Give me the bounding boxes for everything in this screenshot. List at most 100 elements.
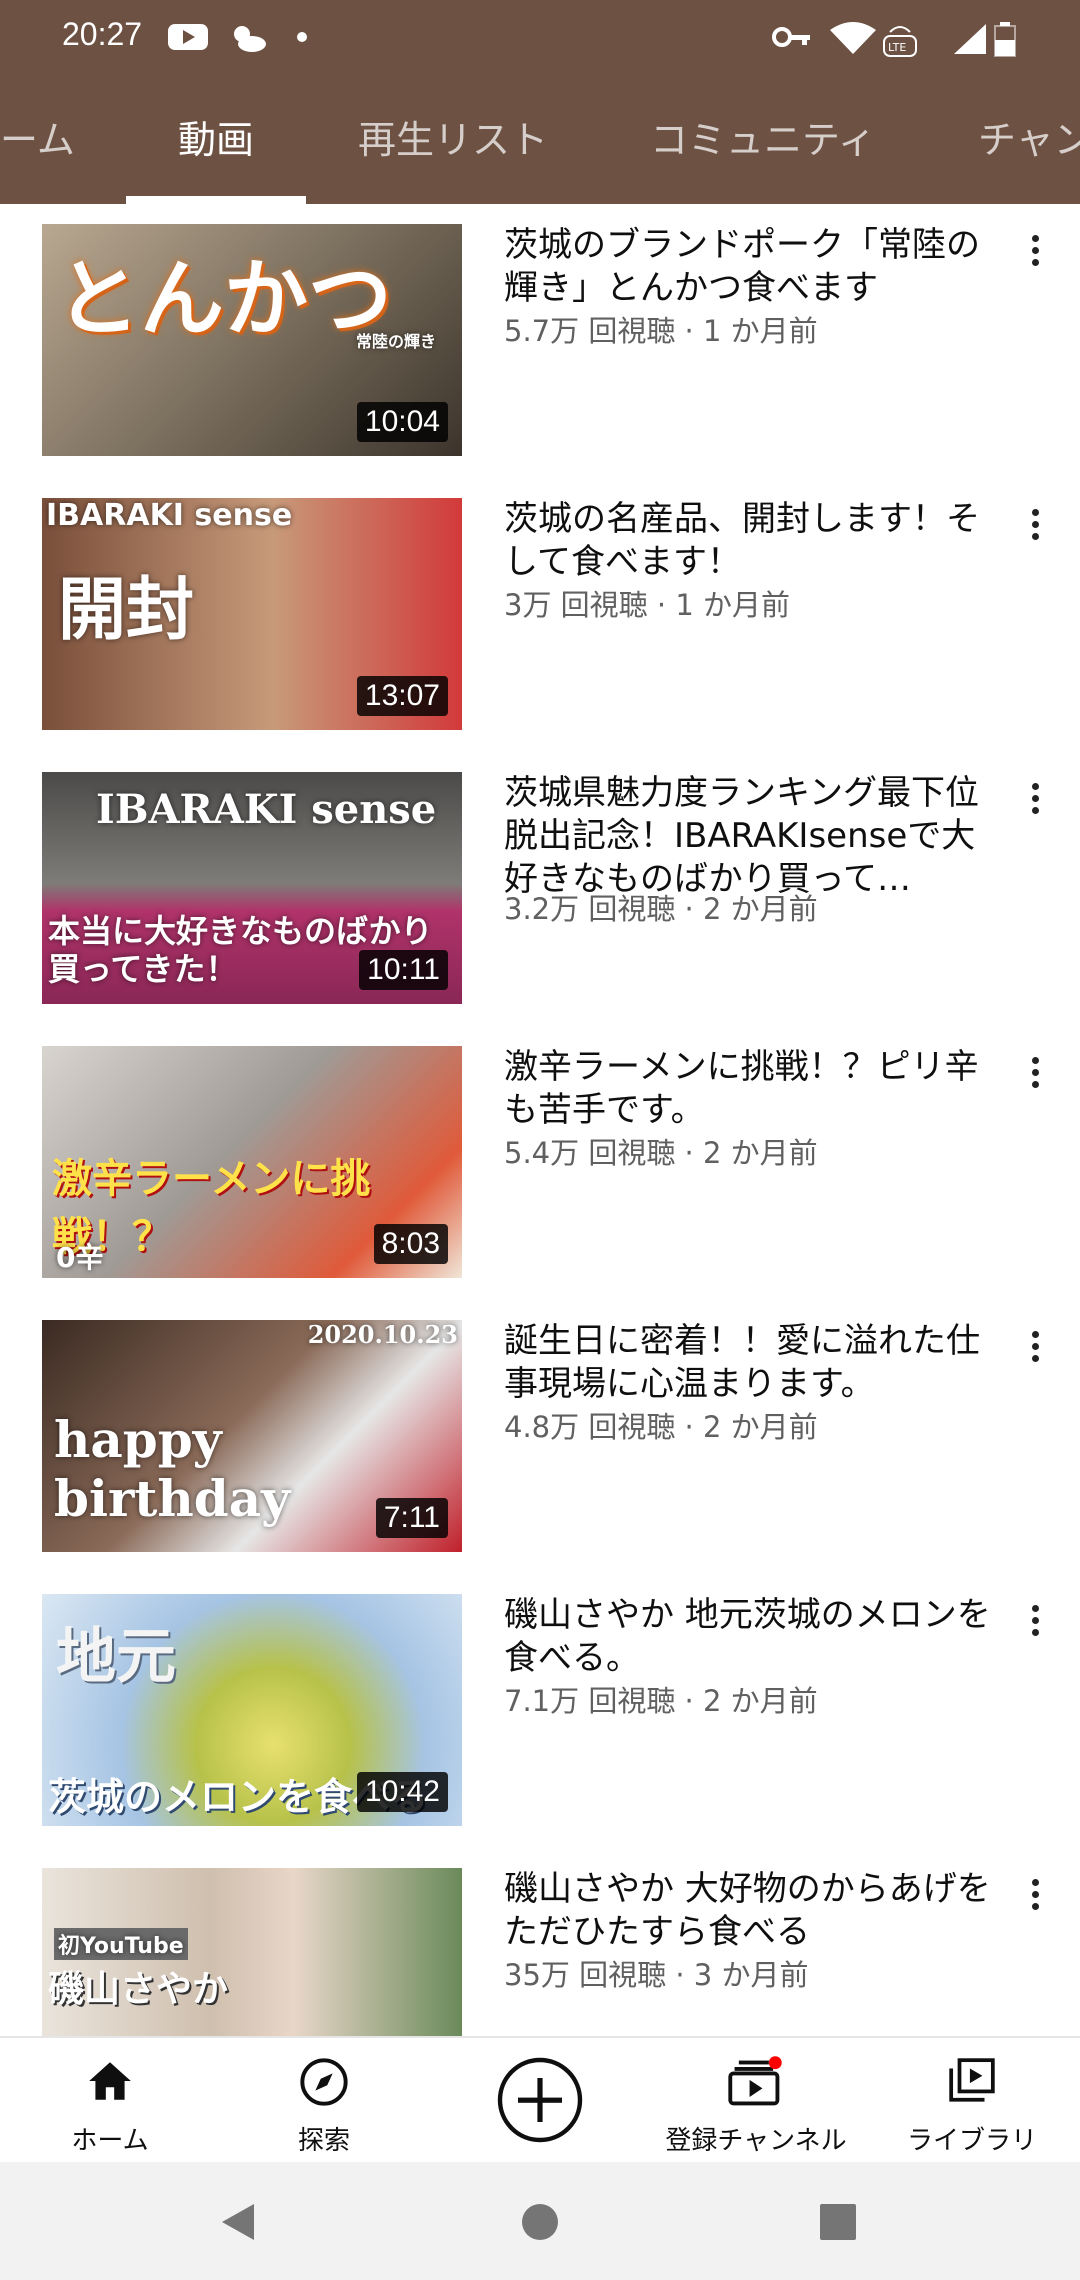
thumbnail-text: とんかつ bbox=[56, 250, 393, 348]
upload-age: 2 か月前 bbox=[703, 1136, 818, 1170]
nav-subscriptions[interactable]: 登録チャンネル bbox=[656, 2038, 856, 2164]
home-icon bbox=[89, 2062, 131, 2100]
active-tab-indicator bbox=[126, 196, 306, 204]
view-count: 4.8万 回視聴 bbox=[504, 1410, 676, 1444]
video-duration: 7:11 bbox=[375, 1498, 448, 1538]
video-meta: 5.7万 回視聴 · 1 か月前 bbox=[504, 308, 818, 350]
video-title[interactable]: 誕生日に密着！！愛に溢れた仕事現場に心温まります。 bbox=[504, 1320, 994, 1406]
upload-age: 3 か月前 bbox=[693, 1958, 809, 1992]
nav-label: ホーム bbox=[71, 2126, 149, 2156]
view-count: 3万 回視聴 bbox=[504, 588, 648, 622]
thumbnail-subtext: IBARAKI sense bbox=[46, 498, 293, 533]
upload-age: 1 か月前 bbox=[675, 588, 790, 622]
meta-separator: · bbox=[675, 892, 703, 926]
system-navigation-bar bbox=[0, 2162, 1080, 2280]
upload-age: 2 か月前 bbox=[703, 892, 818, 926]
meta-separator: · bbox=[675, 1136, 703, 1170]
channel-tab-bar: ーム 動画 再生リスト コミュニティ チャン bbox=[0, 76, 1080, 204]
back-icon[interactable] bbox=[218, 2202, 258, 2242]
video-thumbnail[interactable]: 初YouTube 磯山さやか bbox=[42, 1868, 462, 2036]
video-meta: 3万 回視聴 · 1 か月前 bbox=[504, 582, 790, 624]
view-count: 5.7万 回視聴 bbox=[504, 314, 676, 348]
meta-separator: · bbox=[666, 1958, 694, 1992]
meta-separator: · bbox=[675, 1410, 703, 1444]
tab-home[interactable]: ーム bbox=[0, 76, 75, 204]
thumbnail-subtext: 初YouTube bbox=[54, 1928, 188, 1960]
home-button-icon[interactable] bbox=[520, 2202, 560, 2242]
volte-icon: LTE bbox=[883, 26, 917, 57]
more-options-icon[interactable] bbox=[1018, 506, 1052, 546]
view-count: 7.1万 回視聴 bbox=[504, 1684, 676, 1718]
video-thumbnail[interactable]: IBARAKI sense 本当に大好きなものばかり買ってきた！ 10:11 bbox=[42, 772, 462, 1004]
svg-text:LTE: LTE bbox=[888, 41, 906, 54]
nav-create[interactable] bbox=[480, 2038, 600, 2164]
signal-icon bbox=[954, 24, 986, 54]
wifi-icon bbox=[830, 22, 876, 54]
video-item[interactable]: 2020.10.23 happy birthday 7:11 誕生日に密着！！愛… bbox=[0, 1300, 1080, 1574]
more-options-icon[interactable] bbox=[1018, 780, 1052, 820]
more-options-icon[interactable] bbox=[1018, 1328, 1052, 1368]
thumbnail-subtext: IBARAKI sense bbox=[96, 786, 437, 833]
nav-home[interactable]: ホーム bbox=[30, 2038, 190, 2164]
video-duration: 13:07 bbox=[356, 676, 448, 716]
weather-icon bbox=[234, 26, 266, 52]
view-count: 35万 回視聴 bbox=[504, 1958, 667, 1992]
video-thumbnail[interactable]: IBARAKI sense 開封 13:07 bbox=[42, 498, 462, 730]
thumbnail-subtext: 0辛 bbox=[56, 1241, 104, 1274]
youtube-notification-icon bbox=[168, 24, 208, 50]
recents-icon[interactable] bbox=[818, 2202, 858, 2242]
explore-icon bbox=[300, 2058, 348, 2106]
video-title[interactable]: 激辛ラーメンに挑戦！？ピリ辛も苦手です。 bbox=[504, 1046, 994, 1132]
video-thumbnail[interactable]: 激辛ラーメンに挑戦！？ 0辛 8:03 bbox=[42, 1046, 462, 1278]
battery-icon bbox=[994, 22, 1016, 57]
video-meta: 7.1万 回視聴 · 2 か月前 bbox=[504, 1678, 818, 1720]
video-list: とんかつ 常陸の輝き 10:04 茨城のブランドポーク「常陸の輝き」とんかつ食べ… bbox=[0, 204, 1080, 2036]
video-meta: 4.8万 回視聴 · 2 か月前 bbox=[504, 1404, 818, 1446]
dot-icon bbox=[297, 32, 307, 42]
video-title[interactable]: 茨城県魅力度ランキング最下位脱出記念！IBARAKIsenseで大好きなものばか… bbox=[504, 772, 994, 901]
tab-community[interactable]: コミュニティ bbox=[650, 76, 876, 204]
nav-label: ライブラリ bbox=[906, 2126, 1037, 2156]
tab-videos[interactable]: 動画 bbox=[178, 76, 254, 204]
video-item[interactable]: IBARAKI sense 開封 13:07 茨城の名産品、開封します！そして食… bbox=[0, 478, 1080, 752]
video-duration: 8:03 bbox=[373, 1224, 448, 1264]
meta-separator: · bbox=[675, 314, 703, 348]
video-item[interactable]: 激辛ラーメンに挑戦！？ 0辛 8:03 激辛ラーメンに挑戦！？ピリ辛も苦手です。… bbox=[0, 1026, 1080, 1300]
meta-separator: · bbox=[647, 588, 676, 622]
video-item[interactable]: 地元 茨城のメロンを食べる 10:42 磯山さやか 地元茨城のメロンを食べる。 … bbox=[0, 1574, 1080, 1848]
status-bar: 20:27 LTE bbox=[0, 0, 1080, 76]
tab-channels[interactable]: チャン bbox=[978, 76, 1080, 204]
video-title[interactable]: 磯山さやか 大好物のからあげをただひたすら食べる bbox=[504, 1868, 994, 1954]
video-title[interactable]: 茨城のブランドポーク「常陸の輝き」とんかつ食べます bbox=[504, 224, 994, 310]
video-thumbnail[interactable]: 地元 茨城のメロンを食べる 10:42 bbox=[42, 1594, 462, 1826]
video-item[interactable]: 初YouTube 磯山さやか 磯山さやか 大好物のからあげをただひたすら食べる … bbox=[0, 1848, 1080, 2036]
video-duration: 10:04 bbox=[356, 402, 448, 442]
video-item[interactable]: とんかつ 常陸の輝き 10:04 茨城のブランドポーク「常陸の輝き」とんかつ食べ… bbox=[0, 204, 1080, 478]
vpn-key-icon bbox=[772, 27, 810, 47]
video-meta: 5.4万 回視聴 · 2 か月前 bbox=[504, 1130, 818, 1172]
more-options-icon[interactable] bbox=[1018, 1054, 1052, 1094]
video-title[interactable]: 茨城の名産品、開封します！そして食べます！ bbox=[504, 498, 994, 584]
video-thumbnail[interactable]: 2020.10.23 happy birthday 7:11 bbox=[42, 1320, 462, 1552]
nav-label: 探索 bbox=[297, 2126, 350, 2156]
thumbnail-text: 開封 bbox=[58, 571, 195, 650]
nav-label: 登録チャンネル bbox=[665, 2126, 847, 2156]
thumbnail-subtext: 常陸の輝き bbox=[355, 332, 436, 351]
thumbnail-text: 磯山さやか bbox=[48, 1969, 229, 2010]
more-options-icon[interactable] bbox=[1018, 1602, 1052, 1642]
video-thumbnail[interactable]: とんかつ 常陸の輝き 10:04 bbox=[42, 224, 462, 456]
library-icon bbox=[949, 2058, 995, 2102]
bottom-navigation: ホーム 探索 登録チャンネル ライブラリ bbox=[0, 2036, 1080, 2164]
upload-age: 2 か月前 bbox=[703, 1410, 818, 1444]
nav-explore[interactable]: 探索 bbox=[244, 2038, 404, 2164]
video-item[interactable]: IBARAKI sense 本当に大好きなものばかり買ってきた！ 10:11 茨… bbox=[0, 752, 1080, 1026]
video-duration: 10:11 bbox=[359, 950, 448, 990]
more-options-icon[interactable] bbox=[1018, 1876, 1052, 1916]
video-title[interactable]: 磯山さやか 地元茨城のメロンを食べる。 bbox=[504, 1594, 994, 1680]
video-duration: 10:42 bbox=[356, 1772, 448, 1812]
subscriptions-icon bbox=[728, 2056, 782, 2106]
nav-library[interactable]: ライブラリ bbox=[892, 2038, 1052, 2164]
video-meta: 35万 回視聴 · 3 か月前 bbox=[504, 1952, 808, 1994]
tab-playlists[interactable]: 再生リスト bbox=[358, 76, 548, 204]
more-options-icon[interactable] bbox=[1018, 232, 1052, 272]
